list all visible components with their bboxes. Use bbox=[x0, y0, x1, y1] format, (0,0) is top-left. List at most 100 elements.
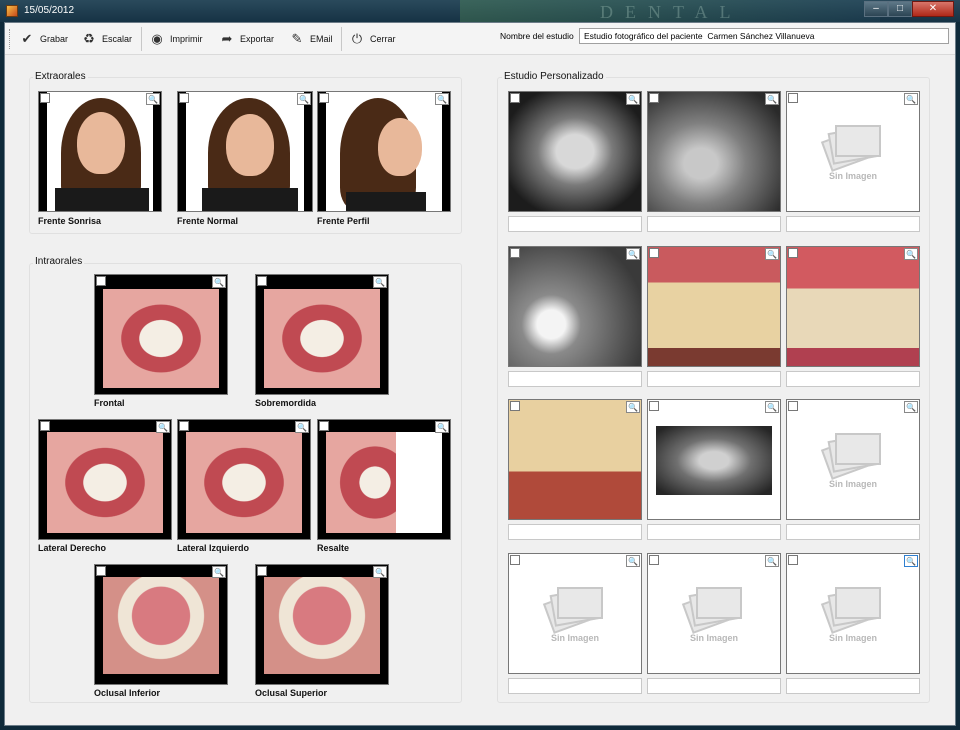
main-window: ✔ Grabar ♻ Escalar ◉ Imprimir ➦ Exportar… bbox=[4, 22, 956, 726]
photo-frente-perfil[interactable]: 🔍 bbox=[317, 91, 451, 212]
grabar-label: Grabar bbox=[40, 34, 69, 44]
photo-frente-normal[interactable]: 🔍 bbox=[177, 91, 313, 212]
zoom-icon[interactable]: 🔍 bbox=[626, 248, 640, 260]
custom-photo-9[interactable]: 🔍 Sin Imagen bbox=[786, 399, 920, 520]
photo-resalte[interactable]: 🔍 bbox=[317, 419, 451, 540]
select-checkbox[interactable] bbox=[788, 401, 798, 411]
exportar-button[interactable]: ➦ Exportar bbox=[219, 29, 274, 49]
zoom-icon[interactable]: 🔍 bbox=[373, 276, 387, 288]
custom-caption-field-3[interactable] bbox=[786, 216, 920, 232]
custom-photo-11[interactable]: 🔍 Sin Imagen bbox=[647, 553, 781, 674]
select-checkbox[interactable] bbox=[788, 93, 798, 103]
select-checkbox[interactable] bbox=[510, 555, 520, 565]
select-checkbox[interactable] bbox=[788, 248, 798, 258]
custom-caption-field-2[interactable] bbox=[647, 216, 781, 232]
select-checkbox[interactable] bbox=[257, 276, 267, 286]
custom-caption-field-6[interactable] bbox=[786, 371, 920, 387]
zoom-icon[interactable]: 🔍 bbox=[435, 93, 449, 105]
select-checkbox[interactable] bbox=[510, 248, 520, 258]
photo-lateral-derecho[interactable]: 🔍 bbox=[38, 419, 172, 540]
zoom-icon[interactable]: 🔍 bbox=[904, 93, 918, 105]
study-name-field[interactable] bbox=[579, 28, 949, 44]
photo-oclusal-inferior[interactable]: 🔍 bbox=[94, 564, 228, 685]
select-checkbox[interactable] bbox=[96, 566, 106, 576]
photo-frente-sonrisa[interactable]: 🔍 bbox=[38, 91, 162, 212]
select-checkbox[interactable] bbox=[649, 248, 659, 258]
custom-photo-5[interactable]: 🔍 bbox=[647, 246, 781, 367]
custom-photo-4[interactable]: 🔍 bbox=[508, 246, 642, 367]
zoom-icon[interactable]: 🔍 bbox=[765, 401, 779, 413]
select-checkbox[interactable] bbox=[179, 421, 189, 431]
pen-icon: ✎ bbox=[291, 31, 303, 46]
zoom-icon[interactable]: 🔍 bbox=[297, 93, 311, 105]
custom-caption-field-8[interactable] bbox=[647, 524, 781, 540]
custom-photo-8[interactable]: 🔍 bbox=[647, 399, 781, 520]
custom-caption-field-4[interactable] bbox=[508, 371, 642, 387]
close-window-button[interactable]: ✕ bbox=[912, 1, 954, 17]
title-decoration-text: DENTAL bbox=[600, 2, 743, 22]
select-checkbox[interactable] bbox=[788, 555, 798, 565]
select-checkbox[interactable] bbox=[649, 401, 659, 411]
select-checkbox[interactable] bbox=[510, 401, 520, 411]
custom-photo-7[interactable]: 🔍 bbox=[508, 399, 642, 520]
select-checkbox[interactable] bbox=[649, 93, 659, 103]
custom-caption-field-9[interactable] bbox=[786, 524, 920, 540]
custom-caption-field-5[interactable] bbox=[647, 371, 781, 387]
select-checkbox[interactable] bbox=[40, 93, 50, 103]
custom-photo-10[interactable]: 🔍 Sin Imagen bbox=[508, 553, 642, 674]
zoom-icon[interactable]: 🔍 bbox=[765, 248, 779, 260]
custom-photo-6[interactable]: 🔍 bbox=[786, 246, 920, 367]
zoom-icon[interactable]: 🔍 bbox=[904, 555, 918, 567]
custom-photo-2[interactable]: 🔍 bbox=[647, 91, 781, 212]
zoom-icon[interactable]: 🔍 bbox=[212, 276, 226, 288]
maximize-button[interactable]: □ bbox=[888, 1, 912, 17]
photo-lateral-izquierdo[interactable]: 🔍 bbox=[177, 419, 311, 540]
zoom-icon[interactable]: 🔍 bbox=[626, 401, 640, 413]
recycle-icon: ♻ bbox=[83, 31, 95, 46]
email-button[interactable]: ✎ EMail bbox=[289, 29, 333, 49]
study-name-label: Nombre del estudio bbox=[500, 31, 574, 41]
zoom-icon[interactable]: 🔍 bbox=[765, 555, 779, 567]
select-checkbox[interactable] bbox=[96, 276, 106, 286]
select-checkbox[interactable] bbox=[257, 566, 267, 576]
cerrar-button[interactable]: ⏻ Cerrar bbox=[349, 29, 396, 49]
custom-caption-field-11[interactable] bbox=[647, 678, 781, 694]
zoom-icon[interactable]: 🔍 bbox=[295, 421, 309, 433]
zoom-icon[interactable]: 🔍 bbox=[373, 566, 387, 578]
zoom-icon[interactable]: 🔍 bbox=[904, 401, 918, 413]
zoom-icon[interactable]: 🔍 bbox=[765, 93, 779, 105]
zoom-icon[interactable]: 🔍 bbox=[156, 421, 170, 433]
photo-frontal[interactable]: 🔍 bbox=[94, 274, 228, 395]
custom-photo-12[interactable]: 🔍 Sin Imagen bbox=[786, 553, 920, 674]
custom-caption-field-7[interactable] bbox=[508, 524, 642, 540]
grabar-button[interactable]: ✔ Grabar bbox=[19, 29, 68, 49]
minimize-button[interactable]: – bbox=[864, 1, 888, 17]
zoom-icon[interactable]: 🔍 bbox=[626, 93, 640, 105]
custom-caption-field-12[interactable] bbox=[786, 678, 920, 694]
extraorales-title: Extraorales bbox=[33, 71, 88, 82]
escalar-button[interactable]: ♻ Escalar bbox=[81, 29, 132, 49]
zoom-icon[interactable]: 🔍 bbox=[626, 555, 640, 567]
custom-photo-3[interactable]: 🔍 Sin Imagen bbox=[786, 91, 920, 212]
custom-caption-field-10[interactable] bbox=[508, 678, 642, 694]
custom-photo-1[interactable]: 🔍 bbox=[508, 91, 642, 212]
zoom-icon[interactable]: 🔍 bbox=[146, 93, 160, 105]
select-checkbox[interactable] bbox=[510, 93, 520, 103]
imprimir-button[interactable]: ◉ Imprimir bbox=[149, 29, 202, 49]
select-checkbox[interactable] bbox=[319, 421, 329, 431]
photo-stack-icon bbox=[820, 125, 881, 173]
select-checkbox[interactable] bbox=[649, 555, 659, 565]
select-checkbox[interactable] bbox=[40, 421, 50, 431]
photo-oclusal-superior[interactable]: 🔍 bbox=[255, 564, 389, 685]
zoom-icon[interactable]: 🔍 bbox=[435, 421, 449, 433]
caption-resalte: Resalte bbox=[317, 543, 350, 553]
zoom-icon[interactable]: 🔍 bbox=[212, 566, 226, 578]
toolbar-separator bbox=[141, 27, 142, 51]
select-checkbox[interactable] bbox=[319, 93, 329, 103]
select-checkbox[interactable] bbox=[179, 93, 189, 103]
custom-caption-field-1[interactable] bbox=[508, 216, 642, 232]
power-icon: ⏻ bbox=[351, 31, 363, 46]
zoom-icon[interactable]: 🔍 bbox=[904, 248, 918, 260]
toolbar-grip[interactable] bbox=[9, 29, 12, 49]
photo-sobremordida[interactable]: 🔍 bbox=[255, 274, 389, 395]
